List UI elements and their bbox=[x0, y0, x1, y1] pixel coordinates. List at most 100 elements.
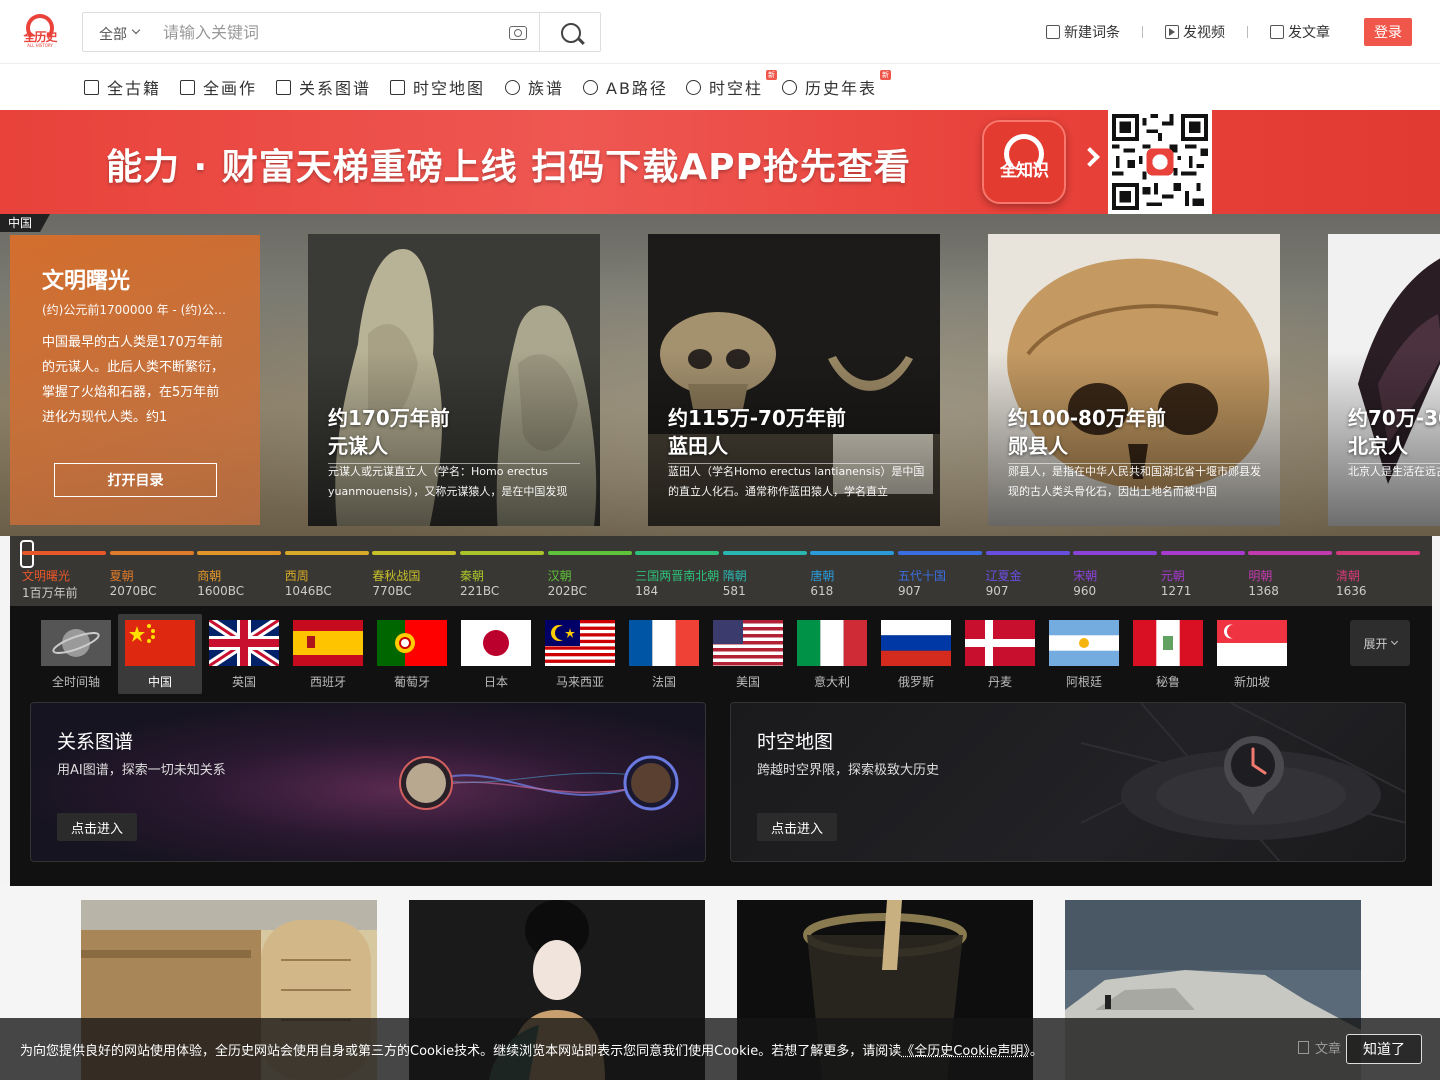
timeline-segment[interactable] bbox=[1160, 551, 1245, 555]
dynasty-label[interactable]: 春秋战国 bbox=[372, 567, 420, 584]
dynasty-start-year: 907 bbox=[898, 584, 921, 598]
timeline-segment[interactable] bbox=[898, 551, 982, 555]
cookie-accept-button[interactable]: 知道了 bbox=[1346, 1034, 1422, 1064]
dynasty-label[interactable]: 辽夏金 bbox=[986, 567, 1022, 584]
dynasty-label[interactable]: 清朝 bbox=[1336, 567, 1360, 584]
dynasty-label[interactable]: 元朝 bbox=[1161, 567, 1185, 584]
country-tab[interactable]: 中国 bbox=[118, 614, 202, 694]
country-tab[interactable]: 日本 bbox=[454, 614, 538, 694]
nav-item-ancient-books[interactable]: 全古籍 bbox=[84, 76, 161, 98]
search-scope-select[interactable]: 全部 bbox=[99, 24, 127, 44]
flag-icon bbox=[209, 620, 279, 666]
timeline-segment[interactable] bbox=[460, 551, 544, 555]
dynasty-label[interactable]: 汉朝 bbox=[548, 567, 572, 584]
country-tab[interactable]: 法国 bbox=[622, 614, 706, 694]
dynasty-label[interactable]: 五代十国 bbox=[898, 567, 946, 584]
nav-item-paintings[interactable]: 全画作 bbox=[180, 76, 257, 98]
nav-item-spacetime-column[interactable]: 时空柱新 bbox=[686, 70, 778, 98]
event-card[interactable]: 约115万-70万年前 蓝田人 蓝田人（学名Homo erectus lanti… bbox=[648, 234, 940, 526]
timeline-segment[interactable] bbox=[1073, 551, 1158, 555]
country-tab[interactable]: 马来西亚 bbox=[538, 614, 622, 694]
new-entry-link[interactable]: 新建词条 bbox=[1046, 22, 1120, 42]
event-summary: 元谋人或元谋直立人（学名：Homo erectus yuanmouensis），… bbox=[328, 465, 568, 498]
open-catalog-button[interactable]: 打开目录 bbox=[54, 463, 217, 497]
post-video-link[interactable]: 发视频 bbox=[1165, 22, 1225, 42]
timeline-segment[interactable] bbox=[109, 551, 194, 555]
timeline-segment[interactable] bbox=[1248, 551, 1333, 555]
feature-subtitle: 跨越时空界限，探索极致大历史 bbox=[757, 763, 940, 778]
divider bbox=[1247, 26, 1248, 38]
country-tab[interactable]: 美国 bbox=[706, 614, 790, 694]
flag-icon bbox=[293, 620, 363, 666]
expand-countries-button[interactable]: 展开 bbox=[1350, 620, 1410, 666]
timeline-segment[interactable] bbox=[372, 551, 457, 555]
timeline-segment[interactable] bbox=[635, 551, 720, 555]
enter-button[interactable]: 点击进入 bbox=[57, 813, 137, 841]
nav-item-history-timeline[interactable]: 历史年表新 bbox=[782, 70, 892, 98]
event-card[interactable]: 约100-80万年前 郧县人 郧县人，是指在中华人民共和国湖北省十堰市郧县发现的… bbox=[988, 234, 1280, 526]
nav-item-ab-path[interactable]: AB路径 bbox=[583, 76, 668, 98]
cookie-policy-link[interactable]: 《全历史Cookie声明》 bbox=[901, 1044, 1030, 1059]
chevron-down-icon[interactable] bbox=[131, 25, 141, 35]
country-tab[interactable]: 阿根廷 bbox=[1042, 614, 1126, 694]
clock-icon bbox=[782, 79, 797, 95]
country-tab[interactable]: 意大利 bbox=[790, 614, 874, 694]
dynasty-label[interactable]: 西周 bbox=[285, 567, 309, 584]
event-date: 约170万年前 bbox=[328, 406, 450, 430]
dynasty-label[interactable]: 三国两晋南北朝 bbox=[635, 567, 719, 584]
dynasty-label[interactable]: 明朝 bbox=[1248, 567, 1272, 584]
dynasty-label[interactable]: 宋朝 bbox=[1073, 567, 1097, 584]
person-icon bbox=[505, 79, 520, 95]
timeline-segment[interactable] bbox=[1336, 551, 1420, 555]
country-tab[interactable]: 葡萄牙 bbox=[370, 614, 454, 694]
dynasty-label[interactable]: 文明曙光 bbox=[22, 567, 70, 584]
country-tab[interactable]: 西班牙 bbox=[286, 614, 370, 694]
search-input[interactable] bbox=[163, 19, 493, 45]
dynasty-label[interactable]: 秦朝 bbox=[460, 567, 484, 584]
event-card[interactable]: 约70万-30万年前 北京人 北京人是生活在远古时代的直立人，会使用天然火 bbox=[1328, 234, 1440, 526]
nav-label: 时空柱 bbox=[709, 79, 764, 98]
country-tab[interactable]: 秘鲁 bbox=[1126, 614, 1210, 694]
country-tab[interactable]: 英国 bbox=[202, 614, 286, 694]
timeline-segment[interactable] bbox=[985, 551, 1070, 555]
dynasty-label[interactable]: 商朝 bbox=[197, 567, 221, 584]
era-description: 中国最早的古人类是170万年前的元谋人。此后人类不断繁衍，掌握了火焰和石器，在5… bbox=[42, 335, 225, 425]
country-label: 美国 bbox=[735, 675, 760, 689]
country-label: 阿根廷 bbox=[1065, 675, 1102, 689]
nav-item-genealogy[interactable]: 族谱 bbox=[505, 76, 564, 98]
country-tab[interactable]: 全时间轴 bbox=[34, 614, 118, 694]
timeline-segment[interactable] bbox=[547, 551, 632, 555]
camera-icon[interactable] bbox=[509, 26, 527, 40]
site-logo[interactable]: 全历史 ALL HISTORY bbox=[20, 14, 60, 48]
country-tab[interactable]: 俄罗斯 bbox=[874, 614, 958, 694]
dynasty-label[interactable]: 隋朝 bbox=[723, 567, 747, 584]
search-icon[interactable] bbox=[561, 23, 581, 43]
country-label: 全时间轴 bbox=[51, 675, 100, 689]
nav-item-spacetime-map[interactable]: 时空地图 bbox=[390, 76, 485, 98]
nav-item-relation-graph[interactable]: 关系图谱 bbox=[276, 76, 371, 98]
flag-icon bbox=[629, 620, 699, 666]
post-article-label: 发文章 bbox=[1288, 25, 1330, 41]
post-article-link[interactable]: 发文章 bbox=[1270, 22, 1330, 42]
timeline-segment[interactable] bbox=[722, 551, 807, 555]
flag-icon bbox=[1049, 620, 1119, 666]
spacetime-map-card[interactable]: 时空地图 跨越时空界限，探索极致大历史 点击进入 bbox=[730, 702, 1406, 862]
login-button[interactable]: 登录 bbox=[1364, 18, 1412, 46]
dynasty-label[interactable]: 夏朝 bbox=[110, 567, 134, 584]
country-tab[interactable]: 丹麦 bbox=[958, 614, 1042, 694]
flag-icon bbox=[1217, 620, 1287, 666]
timeline-segment[interactable] bbox=[197, 551, 282, 555]
country-tab[interactable]: 新加坡 bbox=[1210, 614, 1294, 694]
dynasty-start-year: 184 bbox=[635, 584, 659, 598]
timeline-segment[interactable] bbox=[284, 551, 369, 555]
header-actions: 新建词条 发视频 发文章 登录 bbox=[1046, 18, 1412, 46]
timeline-segment[interactable] bbox=[22, 551, 106, 555]
enter-button[interactable]: 点击进入 bbox=[757, 813, 837, 841]
logo-subtext: ALL HISTORY bbox=[27, 43, 53, 48]
event-card[interactable]: 约170万年前 元谋人 元谋人或元谋直立人（学名：Homo erectus yu… bbox=[308, 234, 600, 526]
promo-banner[interactable]: 能力 · 财富天梯重磅上线 扫码下载APP抢先查看 全知识 bbox=[0, 110, 1440, 214]
dynasty-label[interactable]: 唐朝 bbox=[810, 567, 834, 584]
relation-graph-card[interactable]: 关系图谱 用AI图谱，探索一切未知关系 点击进入 bbox=[30, 702, 706, 862]
timeline-segment[interactable] bbox=[810, 551, 895, 555]
article-shortcut[interactable]: 文章 bbox=[1298, 1038, 1341, 1057]
